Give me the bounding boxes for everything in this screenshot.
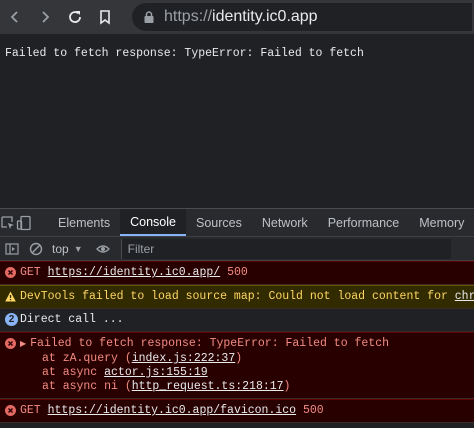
error-icon — [5, 405, 16, 416]
status-code: 500 — [302, 404, 324, 417]
tab-performance[interactable]: Performance — [318, 209, 410, 236]
address-bar[interactable]: https://identity.ic0.app — [132, 3, 472, 31]
url-host: identity.ic0.app — [212, 8, 318, 25]
eye-icon — [95, 244, 110, 253]
page-error-text: Failed to fetch response: TypeError: Fai… — [5, 47, 364, 60]
inspect-icon — [1, 215, 14, 229]
context-selector[interactable]: top ▼ — [52, 242, 83, 256]
warning-text: DevTools failed to load source map: Coul… — [20, 290, 455, 303]
warning-icon — [5, 291, 16, 302]
console-message-log: 2 Direct call ... — [0, 309, 474, 332]
stack-frame: at async ni (http_request.ts:218:17) — [20, 380, 468, 394]
reload-icon — [69, 11, 81, 23]
inspect-element-button[interactable] — [0, 209, 16, 236]
stack-frame-link[interactable]: actor.js:155:19 — [104, 366, 208, 379]
reload-button[interactable] — [60, 2, 90, 32]
dropdown-caret-icon: ▼ — [73, 243, 83, 254]
bookmark-button[interactable] — [90, 2, 120, 32]
tab-console[interactable]: Console — [120, 209, 186, 236]
log-text: Direct call ... — [20, 313, 124, 326]
console-messages: GET https://identity.ic0.app/ 500 DevToo… — [0, 261, 474, 428]
browser-toolbar: https://identity.ic0.app — [0, 0, 474, 34]
forward-button[interactable] — [30, 2, 60, 32]
stack-frame-link[interactable]: http_request.ts:218:17 — [132, 380, 284, 393]
devtools-panel: Elements Console Sources Network Perform… — [0, 208, 474, 428]
tab-elements[interactable]: Elements — [48, 209, 120, 236]
url-scheme: https:// — [164, 8, 213, 25]
console-message-error: GET https://identity.ic0.app/favicon.ico… — [0, 399, 474, 423]
filter-input[interactable]: Filter — [120, 238, 451, 259]
error-icon — [5, 338, 16, 349]
clear-icon — [29, 242, 43, 255]
console-prompt[interactable]: › — [0, 423, 474, 428]
error-text: Failed to fetch response: TypeError: Fai… — [30, 337, 390, 350]
request-method: GET — [20, 404, 41, 417]
stack-frame-text: at zA.query ( — [42, 352, 132, 365]
back-button[interactable] — [0, 2, 30, 32]
error-icon — [5, 267, 16, 278]
expand-triangle-icon[interactable]: ▶ — [20, 340, 26, 349]
device-toolbar-button[interactable] — [16, 209, 32, 236]
request-url-link[interactable]: https://identity.ic0.app/favicon.ico — [48, 404, 296, 417]
request-method: GET — [20, 266, 41, 279]
stack-frame-text: at async — [42, 366, 105, 379]
source-map-link[interactable]: chrome-ex — [455, 290, 474, 303]
bookmark-icon — [100, 10, 110, 25]
request-url-link[interactable]: https://identity.ic0.app/ — [48, 266, 221, 279]
stack-frame: at async actor.js:155:19 — [20, 366, 468, 380]
filter-placeholder: Filter — [127, 241, 155, 256]
tab-sources[interactable]: Sources — [186, 209, 252, 236]
stack-frame-link[interactable]: index.js:222:37 — [132, 352, 236, 365]
lock-icon — [144, 11, 154, 23]
console-message-error-stack[interactable]: ▶ Failed to fetch response: TypeError: Fa… — [0, 332, 474, 399]
stack-frame-text: ) — [235, 352, 243, 365]
sidebar-icon — [5, 242, 19, 255]
clear-console-button[interactable] — [24, 237, 48, 261]
tab-network[interactable]: Network — [252, 209, 318, 236]
console-message-warning: DevTools failed to load source map: Coul… — [0, 285, 474, 309]
page-viewport: Failed to fetch response: TypeError: Fai… — [0, 34, 474, 208]
url-text: https://identity.ic0.app — [164, 8, 318, 26]
sidebar-toggle-button[interactable] — [0, 237, 24, 261]
devtools-tabbar: Elements Console Sources Network Perform… — [0, 209, 474, 237]
tab-memory[interactable]: Memory — [409, 209, 474, 236]
console-message-error: GET https://identity.ic0.app/ 500 — [0, 261, 474, 285]
forward-arrow-icon — [42, 11, 50, 23]
status-code: 500 — [227, 266, 248, 279]
live-expression-button[interactable] — [91, 237, 115, 261]
context-label: top — [52, 241, 69, 256]
repeat-count-badge: 2 — [5, 313, 18, 326]
stack-frame: at zA.query (index.js:222:37) — [20, 352, 468, 366]
back-arrow-icon — [10, 11, 18, 23]
device-icon — [16, 215, 31, 230]
stack-frame-text: ) — [283, 380, 291, 393]
console-filterbar: top ▼ Filter — [0, 237, 474, 261]
stack-frame-text: at async ni ( — [42, 380, 132, 393]
